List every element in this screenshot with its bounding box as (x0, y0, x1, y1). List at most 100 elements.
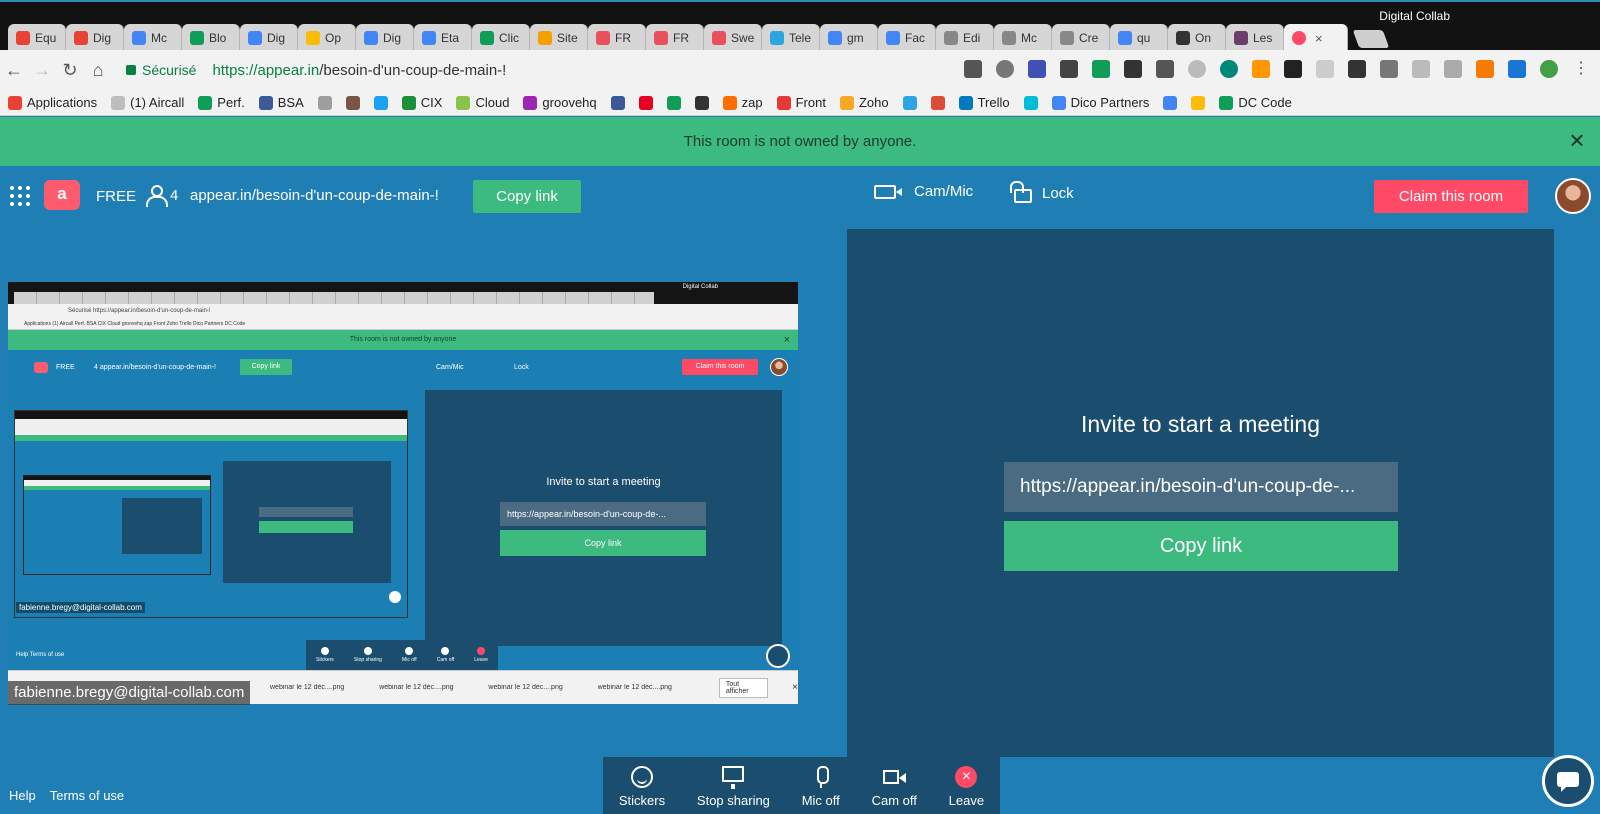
camera-icon[interactable] (964, 60, 982, 78)
bookmark-item[interactable]: Front (776, 95, 826, 110)
invite-url-field[interactable]: https://appear.in/besoin-d'un-coup-de-..… (1004, 462, 1398, 512)
extension-icon[interactable] (1412, 60, 1430, 78)
extension-icon[interactable] (1380, 60, 1398, 78)
terms-link[interactable]: Terms of use (50, 788, 124, 803)
mic-off-button[interactable]: Mic off (802, 766, 840, 808)
browser-tab[interactable]: Clic (472, 24, 530, 52)
browser-tab[interactable]: Dig (240, 24, 298, 52)
bookmark-item[interactable] (345, 95, 360, 110)
extension-icon[interactable] (1188, 60, 1206, 78)
browser-tab[interactable]: qu (1110, 24, 1168, 52)
browser-tab[interactable]: Eta (414, 24, 472, 52)
extension-icon[interactable] (1540, 60, 1558, 78)
browser-profile-name[interactable]: Digital Collab (1379, 9, 1450, 23)
extension-icon[interactable] (1156, 60, 1174, 78)
browser-tab[interactable]: gm (820, 24, 878, 52)
bookmark-item[interactable] (902, 95, 917, 110)
bookmark-item[interactable] (638, 95, 653, 110)
bookmark-item[interactable] (694, 95, 709, 110)
bookmark-item[interactable]: DC Code (1219, 95, 1292, 110)
secure-label: Sécurisé (142, 62, 197, 78)
home-icon[interactable]: ⌂ (84, 60, 112, 81)
bookmark-item[interactable] (1163, 95, 1178, 110)
bookmark-item[interactable] (317, 95, 332, 110)
appear-in-logo[interactable]: a (44, 180, 80, 210)
extension-icon[interactable] (1444, 60, 1462, 78)
extension-icon[interactable] (1220, 60, 1238, 78)
claim-room-button[interactable]: Claim this room (1374, 180, 1528, 213)
close-tab-icon[interactable]: × (1315, 31, 1323, 46)
browser-tab[interactable]: Mc (124, 24, 182, 52)
browser-tab[interactable]: Tele (762, 24, 820, 52)
bookmark-item[interactable]: BSA (258, 95, 304, 110)
browser-tab[interactable]: Dig (356, 24, 414, 52)
close-icon[interactable]: × (1564, 127, 1590, 153)
bookmark-item[interactable]: zap (722, 95, 763, 110)
leave-label: Leave (948, 793, 985, 808)
bookmark-item[interactable]: Zoho (839, 95, 889, 110)
browser-tab[interactable]: Swe (704, 24, 762, 52)
avatar[interactable] (1555, 178, 1591, 214)
invite-copy-link-button[interactable]: Copy link (1004, 521, 1398, 571)
extension-icon[interactable] (1508, 60, 1526, 78)
bookmark-item[interactable]: Trello (958, 95, 1010, 110)
bookmark-item[interactable]: groovehq (523, 95, 597, 110)
stop-sharing-button[interactable]: Stop sharing (697, 766, 770, 808)
extension-icon[interactable] (1252, 60, 1270, 78)
bookmark-item[interactable] (373, 95, 388, 110)
extension-icon[interactable] (1060, 60, 1078, 78)
extension-icon[interactable] (1124, 60, 1142, 78)
bookmark-item[interactable]: CIX (401, 95, 442, 110)
copy-link-button[interactable]: Copy link (473, 180, 581, 213)
lock-button[interactable]: Lock (1010, 181, 1074, 203)
security-indicator[interactable]: Sécurisé (126, 62, 196, 78)
extension-icon[interactable] (1348, 60, 1366, 78)
back-icon[interactable]: ← (0, 60, 28, 81)
bookmark-item[interactable] (610, 95, 625, 110)
cam-off-button[interactable]: Cam off (872, 766, 917, 808)
address-bar[interactable]: https://appear.in/besoin-d'un-coup-de-ma… (212, 62, 506, 79)
browser-tab[interactable]: On (1168, 24, 1226, 52)
shared-logo (34, 362, 48, 373)
browser-tab[interactable]: Edi (936, 24, 994, 52)
browser-tab[interactable]: Equ (8, 24, 66, 52)
browser-tab[interactable]: FR (646, 24, 704, 52)
bookmark-item[interactable]: Applications (8, 95, 97, 110)
shared-copy-link-button: Copy link (240, 359, 292, 375)
bookmark-item[interactable] (1023, 95, 1038, 110)
active-browser-tab[interactable]: × (1284, 24, 1348, 52)
star-icon[interactable] (996, 60, 1014, 78)
extension-icon[interactable] (1092, 60, 1110, 78)
reload-icon[interactable]: ↻ (56, 60, 84, 81)
bookmark-item[interactable] (1191, 95, 1206, 110)
browser-tab[interactable]: Fac (878, 24, 936, 52)
tab-favicon-icon (1292, 31, 1306, 45)
bookmark-item[interactable]: Dico Partners (1051, 95, 1149, 110)
bookmark-item[interactable]: (1) Aircall (111, 95, 184, 110)
browser-tab[interactable]: FR (588, 24, 646, 52)
leave-button[interactable]: × Leave (949, 766, 984, 808)
browser-tab[interactable]: Dig (66, 24, 124, 52)
extension-icon[interactable] (1476, 60, 1494, 78)
help-link[interactable]: Help (9, 788, 36, 803)
cam-mic-button[interactable]: Cam/Mic (874, 183, 973, 200)
browser-tab[interactable]: Cre (1052, 24, 1110, 52)
chat-icon[interactable] (1542, 755, 1594, 807)
extension-icon[interactable] (1284, 60, 1302, 78)
bookmark-item[interactable]: Cloud (456, 95, 509, 110)
browser-tab[interactable]: Mc (994, 24, 1052, 52)
menu-icon[interactable]: ⋮ (1572, 60, 1590, 78)
extension-icon[interactable] (1028, 60, 1046, 78)
new-tab-button[interactable] (1352, 30, 1390, 48)
bookmark-item[interactable] (666, 95, 681, 110)
browser-tab[interactable]: Op (298, 24, 356, 52)
apps-grid-icon[interactable] (10, 186, 30, 206)
bookmark-item[interactable] (930, 95, 945, 110)
browser-tab[interactable]: Site (530, 24, 588, 52)
bookmark-item[interactable]: Perf. (198, 95, 245, 110)
stickers-button[interactable]: Stickers (619, 766, 665, 808)
browser-tab[interactable]: Les (1226, 24, 1284, 52)
forward-icon[interactable]: → (28, 60, 56, 81)
browser-tab[interactable]: Blo (182, 24, 240, 52)
extension-icon[interactable] (1316, 60, 1334, 78)
